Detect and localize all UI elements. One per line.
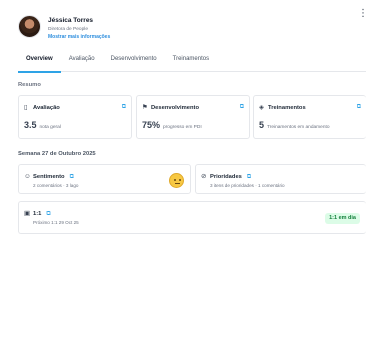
section-title-week: Semana 27 de Outubro 2025 <box>18 151 96 157</box>
summary-label: progresso em PDI <box>163 125 202 130</box>
prioridades-subtitle: 3 itens de prioridades · 1 comentário <box>210 183 285 188</box>
summary-label: Treinamentos em andamento <box>267 125 330 130</box>
neutral-face-emoji-icon <box>169 173 184 188</box>
one-on-one-card[interactable]: ▣ 1:1 ⧉ Próximo 1:1 29 Oct 25 1:1 em dia <box>18 201 366 234</box>
tab-bar: Overview Avaliação Desenvolvimento Trein… <box>18 51 366 73</box>
tab-treinamentos[interactable]: Treinamentos <box>165 51 217 72</box>
profile-role: Diretora de People <box>48 27 88 32</box>
clipboard-icon: ▯ <box>24 104 28 111</box>
tab-desenvolvimento[interactable]: Desenvolvimento <box>103 51 165 72</box>
more-options-icon[interactable]: ⋮ <box>358 8 366 20</box>
card-title: Avaliação <box>33 105 60 111</box>
external-link-icon[interactable]: ⧉ <box>122 104 126 110</box>
external-link-icon[interactable]: ⧉ <box>46 211 50 218</box>
summary-value: 75% <box>142 120 161 130</box>
chat-bubbles-icon: ▣ <box>24 210 31 217</box>
flag-icon: ⚑ <box>142 104 148 111</box>
profile-name: Jéssica Torres <box>48 17 94 24</box>
summary-label: nota geral <box>39 125 61 130</box>
tab-overview[interactable]: Overview <box>18 51 61 73</box>
smile-icon: ☺ <box>24 173 31 180</box>
summary-card-desenvolvimento[interactable]: ⚑ Desenvolvimento ⧉ 75% progresso em PDI <box>136 95 250 139</box>
sentimento-subtitle: 2 comentários · 3 lago <box>33 183 79 188</box>
card-title: Treinamentos <box>268 105 306 111</box>
card-title: 1:1 <box>33 211 42 217</box>
external-link-icon[interactable]: ⧉ <box>247 174 251 181</box>
external-link-icon[interactable]: ⧉ <box>70 174 74 181</box>
external-link-icon[interactable]: ⧉ <box>357 104 361 110</box>
external-link-icon[interactable]: ⧉ <box>240 104 244 110</box>
tab-avaliacao[interactable]: Avaliação <box>61 51 103 72</box>
check-circle-icon: ⊘ <box>201 173 207 180</box>
section-title-resumo: Resumo <box>18 82 41 88</box>
summary-value: 5 <box>259 120 265 130</box>
summary-value: 3.5 <box>24 120 37 130</box>
summary-card-avaliacao[interactable]: ▯ Avaliação ⧉ 3.5 nota geral <box>18 95 132 139</box>
one-on-one-subtitle: Próximo 1:1 29 Oct 25 <box>33 220 79 225</box>
show-more-info-link[interactable]: Mostrar mais informações <box>48 34 110 41</box>
card-title: Prioridades <box>210 174 242 180</box>
status-badge: 1:1 em dia <box>325 213 360 224</box>
card-title: Sentimento <box>33 174 65 180</box>
graduation-cap-icon: ◈ <box>259 104 264 111</box>
summary-card-treinamentos[interactable]: ◈ Treinamentos ⧉ 5 Treinamentos em andam… <box>253 95 366 139</box>
avatar <box>18 15 41 38</box>
prioridades-card[interactable]: ⊘ Prioridades ⧉ 3 itens de prioridades ·… <box>195 164 366 194</box>
sentimento-card[interactable]: ☺ Sentimento ⧉ 2 comentários · 3 lago <box>18 164 191 194</box>
profile-header: Jéssica Torres Diretora de People Mostra… <box>18 15 110 41</box>
card-title: Desenvolvimento <box>151 105 199 111</box>
